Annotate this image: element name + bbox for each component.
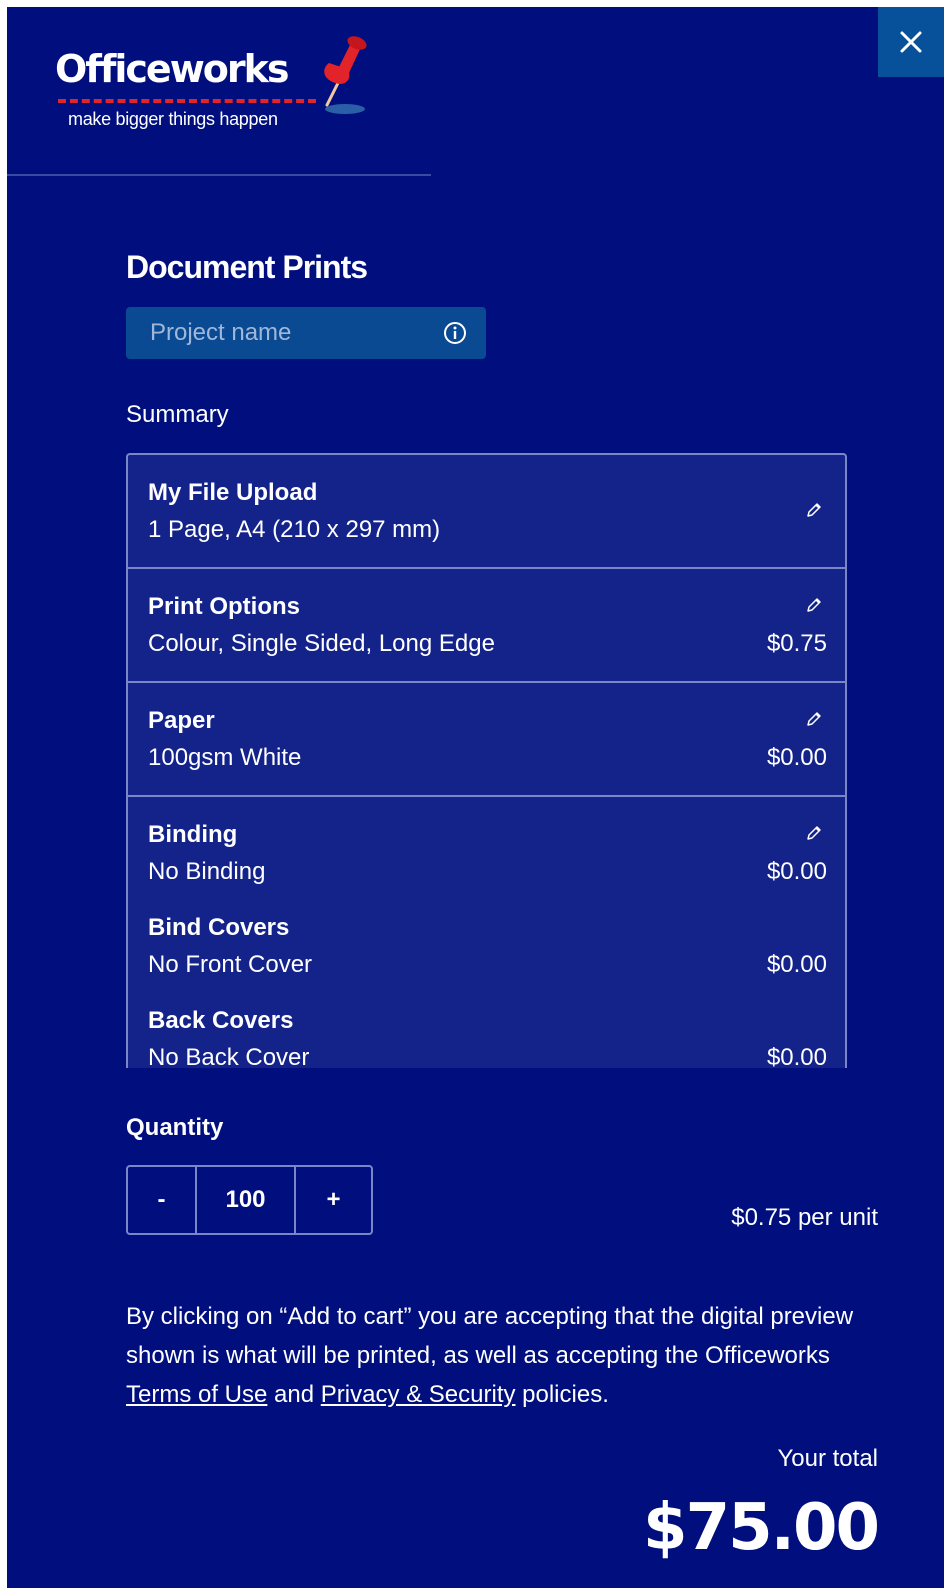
per-unit-price: $0.75 per unit (731, 1204, 878, 1231)
disclaimer-prefix: By clicking on “Add to cart” you are acc… (126, 1303, 854, 1369)
pushpin-icon (324, 36, 367, 114)
quantity-label: Quantity (126, 1114, 224, 1141)
back-covers-desc: No Back Cover (148, 1044, 310, 1068)
total-amount: $75.00 (643, 1491, 880, 1565)
info-icon[interactable] (443, 321, 467, 345)
print-options-price: $0.75 (766, 630, 827, 657)
print-options-desc: Colour, Single Sided, Long Edge (148, 630, 495, 657)
summary-section-paper: Paper 100gsm White $0.00 (128, 683, 845, 797)
binding-price: $0.00 (766, 858, 827, 885)
bind-covers-desc: No Front Cover (148, 951, 313, 978)
print-options-title: Print Options (148, 593, 300, 620)
project-name-input[interactable] (126, 307, 436, 359)
paper-title: Paper (148, 707, 215, 734)
paper-desc: 100gsm White (148, 744, 302, 771)
summary-section-binding: Binding No Binding $0.00 Bind Covers No … (128, 797, 845, 1068)
terms-of-use-link[interactable]: Terms of Use (126, 1381, 267, 1408)
edit-file-upload-pencil-icon[interactable] (805, 501, 823, 519)
header-divider (7, 174, 431, 176)
summary-label: Summary (126, 401, 229, 428)
quantity-stepper: - 100 + (126, 1165, 373, 1235)
increase-quantity-button[interactable]: + (296, 1167, 371, 1233)
close-icon (900, 31, 922, 53)
cart-disclaimer: By clicking on “Add to cart” you are acc… (126, 1297, 886, 1414)
file-upload-title: My File Upload (148, 479, 318, 506)
edit-binding-pencil-icon[interactable] (805, 824, 823, 842)
decrease-quantity-button[interactable]: - (128, 1167, 197, 1233)
close-button[interactable] (878, 7, 944, 77)
disclaimer-middle: and (267, 1381, 321, 1408)
file-upload-desc: 1 Page, A4 (210 x 297 mm) (148, 516, 441, 543)
edit-paper-pencil-icon[interactable] (805, 710, 823, 728)
paper-price: $0.00 (766, 744, 827, 771)
binding-desc: No Binding (148, 858, 266, 885)
edit-print-options-pencil-icon[interactable] (805, 596, 823, 614)
back-covers-price: $0.00 (766, 1044, 827, 1068)
logo-dashed-line (58, 99, 316, 103)
total-label: Your total (777, 1445, 878, 1472)
privacy-security-link[interactable]: Privacy & Security (321, 1381, 516, 1408)
quantity-value[interactable]: 100 (197, 1167, 296, 1233)
project-name-field[interactable] (126, 307, 486, 359)
binding-title: Binding (148, 821, 238, 848)
bind-covers-title: Bind Covers (148, 914, 290, 941)
page-title: Document Prints (126, 249, 368, 285)
summary-section-print-options: Print Options Colour, Single Sided, Long… (128, 569, 845, 683)
logo-tagline: make bigger things happen (68, 109, 278, 129)
document-prints-panel: Officeworks make bigger things happen Do… (7, 7, 944, 1588)
officeworks-logo[interactable]: Officeworks make bigger things happen (55, 35, 375, 145)
disclaimer-suffix: policies. (515, 1381, 609, 1408)
bind-covers-price: $0.00 (766, 951, 827, 978)
summary-list: My File Upload 1 Page, A4 (210 x 297 mm)… (126, 453, 847, 1068)
logo-wordmark: Officeworks (55, 47, 290, 91)
back-covers-title: Back Covers (148, 1007, 294, 1034)
summary-section-file-upload: My File Upload 1 Page, A4 (210 x 297 mm) (128, 455, 845, 569)
